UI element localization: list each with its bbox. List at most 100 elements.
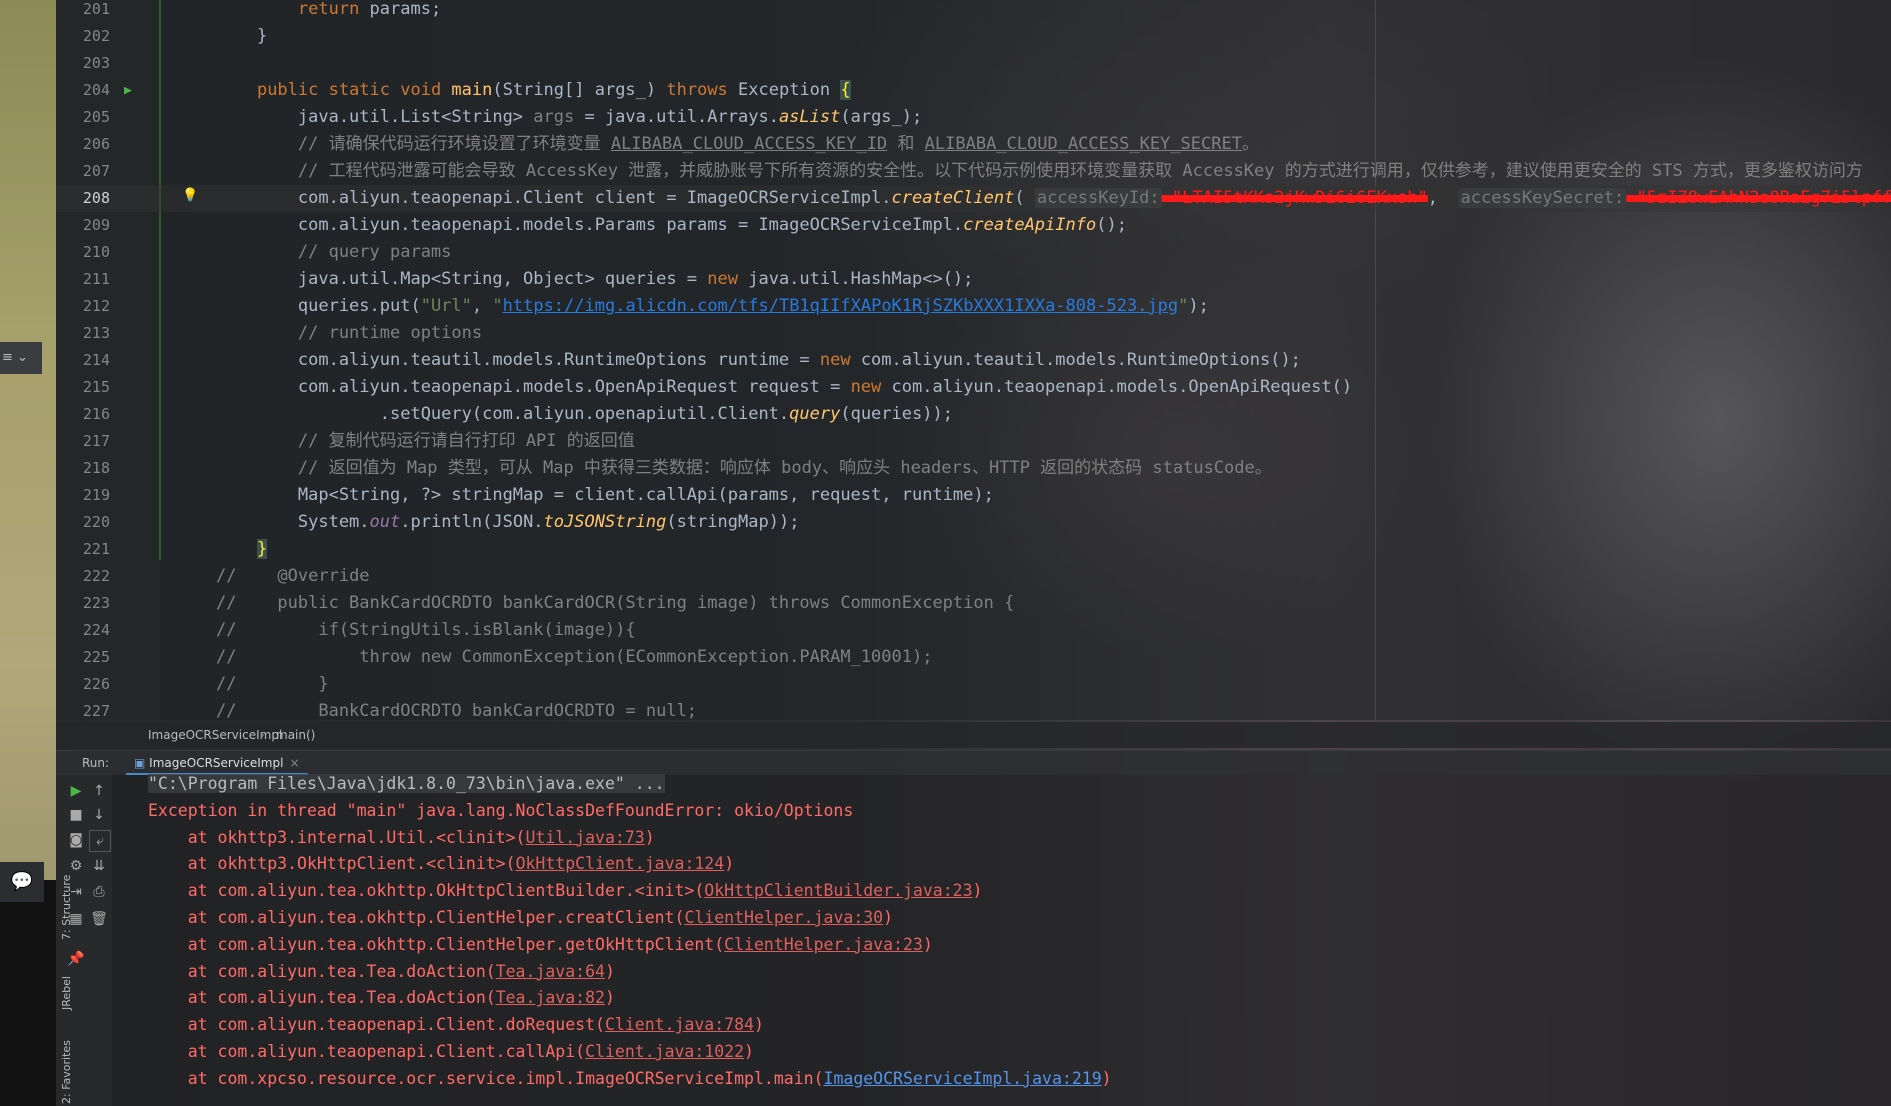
pin-icon[interactable]: 📌 xyxy=(66,949,86,969)
line-number[interactable]: 220 xyxy=(56,509,110,536)
side-tab-favorites[interactable]: 2: Favorites xyxy=(60,1040,73,1104)
stack-trace-link[interactable]: ClientHelper.java:23 xyxy=(724,935,923,954)
line-number[interactable]: 211 xyxy=(56,266,110,293)
side-tab-structure[interactable]: 7: Structure xyxy=(60,875,73,940)
chat-icon[interactable]: 💬 xyxy=(0,862,44,902)
code-line[interactable]: 201 return params; xyxy=(56,0,1891,23)
line-number[interactable]: 225 xyxy=(56,644,110,671)
code-text[interactable]: queries.put("Url", "https://img.alicdn.c… xyxy=(216,293,1209,320)
code-line[interactable]: 214 com.aliyun.teautil.models.RuntimeOpt… xyxy=(56,347,1891,374)
code-line[interactable]: 227 // BankCardOCRDTO bankCardOCRDTO = nu… xyxy=(56,698,1891,725)
code-text[interactable]: java.util.List<String> args = java.util.… xyxy=(216,104,922,131)
code-text[interactable]: public static void main(String[] args_) … xyxy=(216,77,851,104)
code-text[interactable]: Map<String, ?> stringMap = client.callAp… xyxy=(216,482,994,509)
run-gutter-icon[interactable]: ▶ xyxy=(124,77,138,104)
code-text[interactable]: // 请确保代码运行环境设置了环境变量 ALIBABA_CLOUD_ACCESS… xyxy=(216,131,1259,158)
code-text[interactable]: // } xyxy=(216,671,329,698)
code-line[interactable]: 219 Map<String, ?> stringMap = client.ca… xyxy=(56,482,1891,509)
scroll-to-end-icon[interactable]: ⇊ xyxy=(89,856,109,876)
code-text[interactable]: com.aliyun.teaopenapi.models.Params para… xyxy=(216,212,1127,239)
code-text[interactable]: // query params xyxy=(216,239,452,266)
up-arrow-icon[interactable]: ↑ xyxy=(89,781,109,801)
line-number[interactable]: 226 xyxy=(56,671,110,698)
line-number[interactable]: 205 xyxy=(56,104,110,131)
line-number[interactable]: 204 xyxy=(56,77,110,104)
code-line[interactable]: 207 // 工程代码泄露可能会导致 AccessKey 泄露，并威胁账号下所有… xyxy=(56,158,1891,185)
code-line[interactable]: 211 java.util.Map<String, Object> querie… xyxy=(56,266,1891,293)
side-tab-jrebel[interactable]: JRebel xyxy=(60,976,73,1010)
code-line[interactable]: 216 .setQuery(com.aliyun.openapiutil.Cli… xyxy=(56,401,1891,428)
code-line[interactable]: 204 ▶ public static void main(String[] ar… xyxy=(56,77,1891,104)
code-line[interactable]: 213 // runtime options xyxy=(56,320,1891,347)
code-line[interactable]: 206 // 请确保代码运行环境设置了环境变量 ALIBABA_CLOUD_AC… xyxy=(56,131,1891,158)
rerun-icon[interactable]: ▶ xyxy=(66,781,86,801)
code-text[interactable]: // throw new CommonException(ECommonExce… xyxy=(216,644,932,671)
line-number[interactable]: 224 xyxy=(56,617,110,644)
code-line[interactable]: 217 // 复制代码运行请自行打印 API 的返回值 xyxy=(56,428,1891,455)
code-text[interactable]: // if(StringUtils.isBlank(image)){ xyxy=(216,617,636,644)
stack-trace-link[interactable]: OkHttpClient.java:124 xyxy=(516,854,725,873)
code-line[interactable]: 212 queries.put("Url", "https://img.alic… xyxy=(56,293,1891,320)
stop-icon[interactable]: ■ xyxy=(66,805,86,825)
line-number[interactable]: 203 xyxy=(56,50,110,77)
stack-trace-link[interactable]: Util.java:73 xyxy=(526,828,645,847)
code-line[interactable]: 224 // if(StringUtils.isBlank(image)){ xyxy=(56,617,1891,644)
line-number[interactable]: 207 xyxy=(56,158,110,185)
code-line[interactable]: 208 💡 com.aliyun.teaopenapi.Client client… xyxy=(56,185,1891,212)
code-line[interactable]: 210 // query params xyxy=(56,239,1891,266)
code-line[interactable]: 203 xyxy=(56,50,1891,77)
line-number[interactable]: 215 xyxy=(56,374,110,401)
line-number[interactable]: 212 xyxy=(56,293,110,320)
soft-wrap-icon[interactable]: ⤶ xyxy=(89,830,111,852)
code-text[interactable]: } xyxy=(216,536,268,563)
line-number[interactable]: 209 xyxy=(56,212,110,239)
print-icon[interactable]: ⎙ xyxy=(89,882,109,902)
stack-trace-link[interactable]: Tea.java:82 xyxy=(496,988,605,1007)
code-text[interactable]: // 返回值为 Map 类型，可从 Map 中获得三类数据：响应体 body、响… xyxy=(216,455,1272,482)
code-line[interactable]: 226 // } xyxy=(56,671,1891,698)
code-line[interactable]: 225 // throw new CommonException(ECommonE… xyxy=(56,644,1891,671)
line-number[interactable]: 218 xyxy=(56,455,110,482)
line-number[interactable]: 201 xyxy=(56,0,110,23)
stack-trace-link[interactable]: ImageOCRServiceImpl.java:219 xyxy=(824,1069,1102,1088)
line-number[interactable]: 206 xyxy=(56,131,110,158)
stack-trace-link[interactable]: OkHttpClientBuilder.java:23 xyxy=(704,881,972,900)
line-number[interactable]: 208 xyxy=(56,185,110,212)
code-text[interactable]: // 工程代码泄露可能会导致 AccessKey 泄露，并威胁账号下所有资源的安… xyxy=(216,158,1863,185)
trash-icon[interactable]: 🗑 xyxy=(89,909,109,929)
settings-icon[interactable]: ⚙ xyxy=(66,856,86,876)
breadcrumb-method[interactable]: main() xyxy=(276,722,315,748)
stack-trace-link[interactable]: Client.java:1022 xyxy=(585,1042,744,1061)
code-line[interactable]: 209 com.aliyun.teaopenapi.models.Params … xyxy=(56,212,1891,239)
line-number[interactable]: 216 xyxy=(56,401,110,428)
code-text[interactable]: com.aliyun.teaopenapi.models.OpenApiRequ… xyxy=(216,374,1352,401)
code-text[interactable]: com.aliyun.teaopenapi.Client client = Im… xyxy=(216,185,1891,212)
line-number[interactable]: 221 xyxy=(56,536,110,563)
stack-trace-link[interactable]: Client.java:784 xyxy=(605,1015,754,1034)
code-text[interactable]: // @Override xyxy=(216,563,370,590)
code-text[interactable]: // 复制代码运行请自行打印 API 的返回值 xyxy=(216,428,635,455)
code-text[interactable]: } xyxy=(216,23,267,50)
code-line[interactable]: 205 java.util.List<String> args = java.u… xyxy=(56,104,1891,131)
code-line[interactable]: 223 // public BankCardOCRDTO bankCardOCR(… xyxy=(56,590,1891,617)
code-text[interactable]: .setQuery(com.aliyun.openapiutil.Client.… xyxy=(216,401,953,428)
code-line[interactable]: 218 // 返回值为 Map 类型，可从 Map 中获得三类数据：响应体 bo… xyxy=(56,455,1891,482)
code-line[interactable]: 215 com.aliyun.teaopenapi.models.OpenApi… xyxy=(56,374,1891,401)
line-number[interactable]: 202 xyxy=(56,23,110,50)
stack-trace-link[interactable]: Tea.java:64 xyxy=(496,962,605,981)
code-text[interactable]: // runtime options xyxy=(216,320,482,347)
code-text[interactable]: // public BankCardOCRDTO bankCardOCR(Str… xyxy=(216,590,1014,617)
code-text[interactable]: return params; xyxy=(216,0,441,23)
close-icon[interactable]: × xyxy=(289,756,299,770)
line-number[interactable]: 222 xyxy=(56,563,110,590)
code-line[interactable]: 221 } xyxy=(56,536,1891,563)
lightbulb-icon[interactable]: 💡 xyxy=(182,182,198,209)
line-number[interactable]: 223 xyxy=(56,590,110,617)
code-text[interactable]: java.util.Map<String, Object> queries = … xyxy=(216,266,974,293)
line-number[interactable]: 227 xyxy=(56,698,110,725)
code-line[interactable]: 222 // @Override xyxy=(56,563,1891,590)
line-number[interactable]: 219 xyxy=(56,482,110,509)
down-arrow-icon[interactable]: ↓ xyxy=(89,805,109,825)
line-number[interactable]: 217 xyxy=(56,428,110,455)
code-line[interactable]: 202 } xyxy=(56,23,1891,50)
